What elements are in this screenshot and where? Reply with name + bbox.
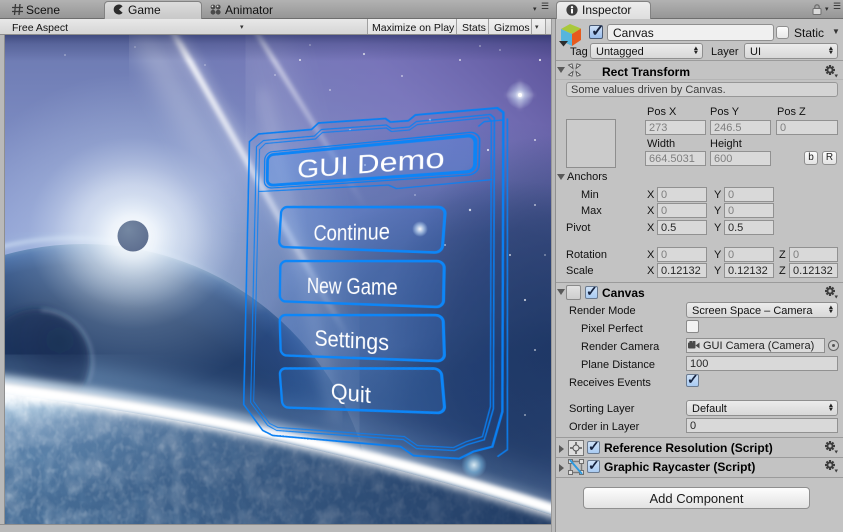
svg-text:Quit: Quit xyxy=(331,379,371,409)
svg-text:Continue: Continue xyxy=(313,218,390,246)
svg-text:New Game: New Game xyxy=(307,273,398,300)
